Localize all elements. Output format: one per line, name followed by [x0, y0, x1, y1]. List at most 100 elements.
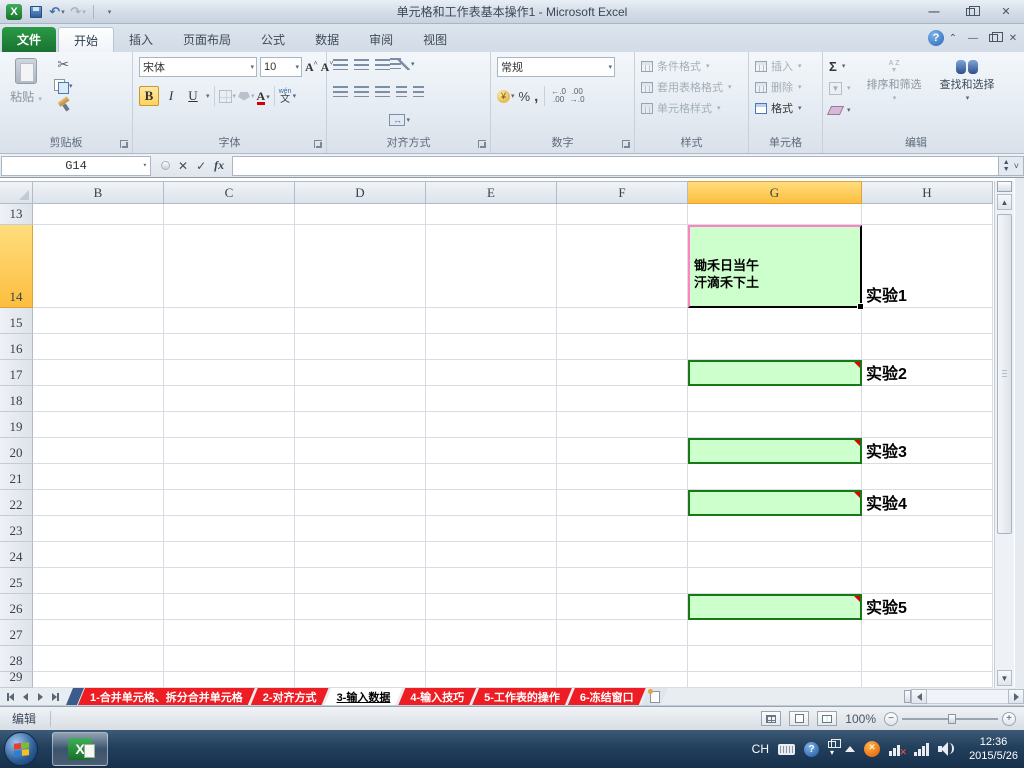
accounting-format-button[interactable]: ¥ ▾ [497, 89, 515, 103]
cell-C28[interactable] [164, 646, 295, 672]
cell-E16[interactable] [426, 334, 557, 360]
normal-view-button[interactable] [761, 711, 782, 726]
phonetic-guide-button[interactable]: wén 文 ▾ [279, 88, 296, 105]
row-header-25[interactable]: 25 [0, 568, 33, 594]
cell-H15[interactable] [862, 308, 993, 334]
row-header-17[interactable]: 17 [0, 360, 33, 386]
cell-C20[interactable] [164, 438, 295, 464]
zoom-thumb[interactable] [948, 713, 956, 724]
restore-button[interactable] [958, 4, 982, 19]
cell-D15[interactable] [295, 308, 426, 334]
cell-B18[interactable] [33, 386, 164, 412]
cell-E18[interactable] [426, 386, 557, 412]
cell-D27[interactable] [295, 620, 426, 646]
cell-G21[interactable] [688, 464, 862, 490]
cell-D16[interactable] [295, 334, 426, 360]
cell-D28[interactable] [295, 646, 426, 672]
tab-审阅[interactable]: 审阅 [354, 27, 408, 52]
undo-button[interactable]: ↶ ▾ [48, 3, 66, 20]
top-align-button[interactable] [333, 58, 348, 70]
cell-C18[interactable] [164, 386, 295, 412]
decrease-indent-button[interactable] [396, 86, 407, 97]
cell-E23[interactable] [426, 516, 557, 542]
bold-button[interactable]: B [139, 86, 159, 106]
sheet-tab-6-冻结窗口[interactable]: 6-冻结窗口 [568, 688, 646, 705]
scroll-right-button[interactable] [1008, 689, 1024, 704]
column-header-B[interactable]: B [33, 181, 164, 204]
cell-G15[interactable] [688, 308, 862, 334]
cell-C14[interactable] [164, 225, 295, 308]
row-header-13[interactable]: 13 [0, 204, 33, 225]
format-cells-button[interactable]: 格式 ▾ [755, 100, 802, 116]
column-header-E[interactable]: E [426, 181, 557, 204]
cell-G14-poem[interactable]: 锄禾日当午 汗滴禾下土 [688, 225, 864, 310]
cell-C21[interactable] [164, 464, 295, 490]
cell-D29[interactable] [295, 672, 426, 688]
name-box[interactable]: G14 ▾ [1, 155, 151, 176]
cell-E27[interactable] [426, 620, 557, 646]
cell-G17[interactable] [688, 360, 862, 386]
cell-H14-label[interactable]: 实验1 [862, 225, 993, 308]
bottom-align-button[interactable] [375, 58, 390, 70]
zoom-level[interactable]: 100% [845, 712, 876, 726]
workbook-close-button[interactable]: ✕ [1004, 30, 1022, 46]
dialog-launcher-font[interactable] [314, 140, 322, 148]
row-header-20[interactable]: 20 [0, 438, 33, 464]
cell-B23[interactable] [33, 516, 164, 542]
column-header-F[interactable]: F [557, 181, 688, 204]
cell-E19[interactable] [426, 412, 557, 438]
cell-F23[interactable] [557, 516, 688, 542]
cell-B28[interactable] [33, 646, 164, 672]
cell-E21[interactable] [426, 464, 557, 490]
show-hidden-icons-button[interactable] [845, 746, 855, 752]
row-header-26[interactable]: 26 [0, 594, 33, 620]
cell-D20[interactable] [295, 438, 426, 464]
first-sheet-button[interactable] [4, 690, 17, 703]
cell-B25[interactable] [33, 568, 164, 594]
tray-help-icon[interactable]: ? [804, 741, 819, 757]
sheet-tab-1-合并单元格、拆分合并单元格[interactable]: 1-合并单元格、拆分合并单元格 [78, 688, 255, 705]
sort-filter-button[interactable]: A Z ▼ 排序和筛选 ▾ [859, 56, 929, 102]
row-header-27[interactable]: 27 [0, 620, 33, 646]
page-layout-view-button[interactable] [789, 711, 810, 726]
cell-F15[interactable] [557, 308, 688, 334]
workbook-minimize-button[interactable]: — [964, 30, 982, 46]
cell-H17-label[interactable]: 实验2 [862, 360, 993, 386]
cell-H23[interactable] [862, 516, 993, 542]
hscroll-track[interactable] [927, 689, 1008, 704]
cell-C19[interactable] [164, 412, 295, 438]
cell-D14[interactable] [295, 225, 426, 308]
cell-B13[interactable] [33, 204, 164, 225]
zoom-out-button[interactable]: − [884, 711, 898, 726]
cell-B24[interactable] [33, 542, 164, 568]
sheet-tab-4-输入技巧[interactable]: 4-输入技巧 [398, 688, 476, 705]
split-handle[interactable] [997, 181, 1012, 192]
cell-D22[interactable] [295, 490, 426, 516]
row-header-18[interactable]: 18 [0, 386, 33, 412]
tab-插入[interactable]: 插入 [114, 27, 168, 52]
cell-F27[interactable] [557, 620, 688, 646]
cell-H27[interactable] [862, 620, 993, 646]
column-header-C[interactable]: C [164, 181, 295, 204]
scroll-down-button[interactable]: ▼ [997, 670, 1012, 686]
cell-C13[interactable] [164, 204, 295, 225]
align-right-button[interactable] [375, 86, 390, 97]
clear-button[interactable]: ▾ [826, 101, 851, 119]
cell-D17[interactable] [295, 360, 426, 386]
minimize-ribbon-button[interactable]: ⌃ [944, 30, 962, 46]
cell-G19[interactable] [688, 412, 862, 438]
select-all-corner[interactable] [0, 181, 33, 204]
borders-button[interactable]: ▾ [218, 89, 236, 103]
tab-开始[interactable]: 开始 [58, 27, 115, 52]
redo-button[interactable]: ↷ ▾ [69, 3, 87, 20]
number-format-combo[interactable]: 常规 ▾ [497, 57, 615, 77]
merge-center-button[interactable]: ↔ ▾ [389, 114, 410, 126]
insert-function-button[interactable]: fx [214, 158, 224, 173]
row-header-16[interactable]: 16 [0, 334, 33, 360]
align-center-button[interactable] [354, 86, 369, 97]
cell-E22[interactable] [426, 490, 557, 516]
cell-E28[interactable] [426, 646, 557, 672]
cell-F14[interactable] [557, 225, 688, 308]
column-header-G[interactable]: G [688, 181, 862, 204]
cell-H26-label[interactable]: 实验5 [862, 594, 993, 620]
